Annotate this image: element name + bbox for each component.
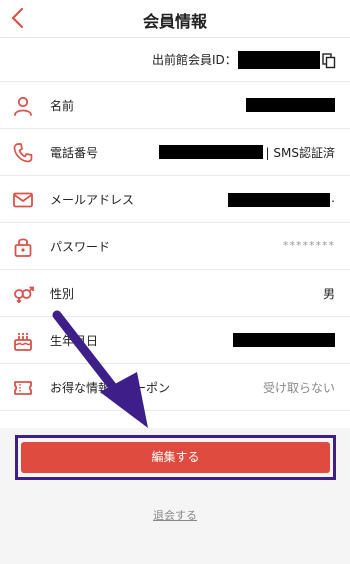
password-label: パスワード <box>50 240 111 254</box>
email-redacted <box>228 193 330 207</box>
birthday-redacted <box>233 333 335 347</box>
edit-button[interactable]: 編集する <box>21 442 330 473</box>
gender-icon <box>14 286 34 303</box>
name-label: 名前 <box>50 99 75 113</box>
copy-icon[interactable] <box>322 53 336 69</box>
mail-icon <box>13 192 33 208</box>
withdraw-link[interactable]: 退会する <box>0 507 350 523</box>
member-info-card: 出前館会員ID： 名前 電話番号 | SMS認証済 メールアドレス . パスワー… <box>0 38 350 428</box>
sms-verified-badge: | SMS認証済 <box>265 146 335 160</box>
person-icon <box>14 96 32 116</box>
phone-redacted <box>159 145 263 159</box>
row-phone[interactable]: 電話番号 | SMS認証済 <box>0 129 350 176</box>
row-coupon[interactable]: お得な情報・クーポン 受け取らない <box>0 364 350 411</box>
page-title: 会員情報 <box>142 12 207 31</box>
birthday-label: 生年月日 <box>50 334 99 348</box>
name-redacted <box>246 98 335 112</box>
cake-icon <box>14 332 32 351</box>
row-name[interactable]: 名前 <box>0 82 350 129</box>
member-id-label: 出前館会員ID： <box>152 53 237 67</box>
header-bar: 会員情報 <box>0 0 350 38</box>
row-birthday[interactable]: 生年月日 <box>0 317 350 364</box>
row-gender[interactable]: 性別 男 <box>0 270 350 317</box>
email-label: メールアドレス <box>50 193 135 207</box>
email-value-trail: . <box>331 191 335 205</box>
member-id-row: 出前館会員ID： <box>0 38 350 82</box>
phone-icon <box>13 143 33 163</box>
gender-label: 性別 <box>50 287 75 301</box>
phone-label: 電話番号 <box>50 146 99 160</box>
coupon-label: お得な情報・クーポン <box>50 381 171 395</box>
lock-icon <box>14 238 32 257</box>
member-id-redacted <box>238 51 320 69</box>
gender-value: 男 <box>322 287 335 301</box>
password-value: ******** <box>283 239 335 252</box>
coupon-icon <box>14 381 32 395</box>
row-email[interactable]: メールアドレス . <box>0 176 350 223</box>
coupon-value: 受け取らない <box>262 381 335 395</box>
edit-button-highlight: 編集する <box>15 435 336 480</box>
row-password[interactable]: パスワード ******** <box>0 223 350 270</box>
